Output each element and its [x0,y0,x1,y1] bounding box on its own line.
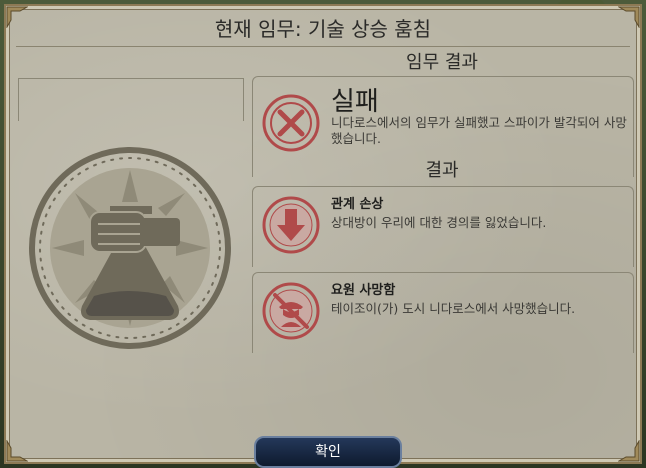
corner-ornament [6,440,28,462]
consequence-description: 상대방이 우리에 대한 경의를 잃었습니다. [331,215,547,230]
mission-result-dialog: 현재 임무: 기술 상승 훔침 임무 결과 실패 니다로스에서의 임무가 실패했… [4,4,642,468]
dialog-title: 현재 임무: 기술 상승 훔침 [16,12,630,47]
mission-result-description: 니다로스에서의 임무가 실패했고 스파이가 발각되어 사망했습니다. [331,115,627,146]
relation-damage-down-arrow-icon [261,195,321,255]
consequences-heading: 결과 [425,160,459,181]
corner-ornament [618,440,640,462]
failure-x-icon [261,93,321,153]
consequence-title: 요원 사망함 [331,283,396,298]
steal-technology-icon [28,146,232,350]
mission-result-heading: 임무 결과 [406,52,478,73]
agent-dead-icon [261,281,321,341]
consequence-description: 테이조이(가) 도시 니다로스에서 사망했습니다. [331,301,576,316]
consequence-card: 관계 손상 상대방이 우리에 대한 경의를 잃었습니다. [252,186,634,267]
confirm-button[interactable]: 확인 [254,436,402,468]
left-frame-ornament [18,78,244,121]
mission-status: 실패 [331,87,379,117]
consequence-title: 관계 손상 [331,197,384,212]
consequence-card: 요원 사망함 테이조이(가) 도시 니다로스에서 사망했습니다. [252,272,634,353]
